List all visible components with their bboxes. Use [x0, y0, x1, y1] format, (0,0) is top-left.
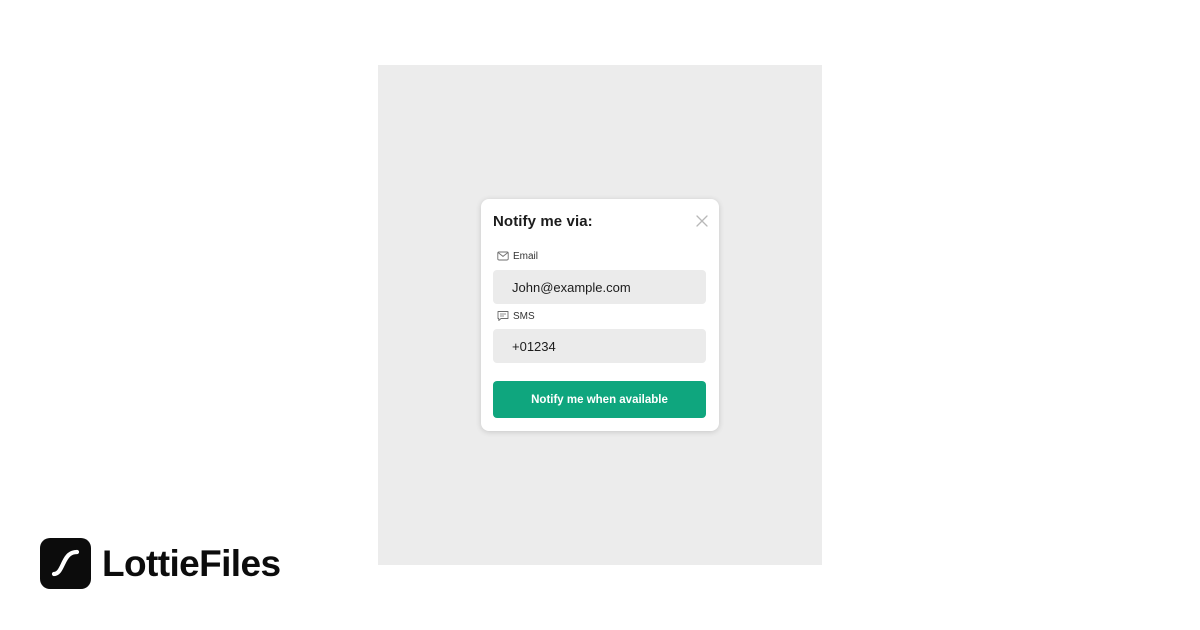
message-icon — [497, 311, 509, 321]
sms-field[interactable] — [493, 329, 706, 363]
preview-canvas: Notify me via: Email SMS — [378, 65, 822, 565]
brand-name: LottieFiles — [102, 543, 281, 584]
sms-label-text: SMS — [513, 310, 535, 322]
dialog-title: Notify me via: — [493, 213, 593, 230]
mail-icon — [497, 251, 509, 261]
close-icon — [696, 215, 708, 227]
sms-label: SMS — [497, 310, 535, 322]
email-field[interactable] — [493, 270, 706, 304]
page: Notify me via: Email SMS — [0, 0, 1200, 630]
email-label-text: Email — [513, 250, 539, 262]
close-button[interactable] — [695, 214, 709, 228]
notify-button[interactable]: Notify me when available — [493, 381, 706, 418]
lottiefiles-logo-icon — [40, 538, 91, 589]
email-label: Email — [497, 250, 538, 262]
brand: LottieFiles — [40, 538, 281, 589]
notify-dialog: Notify me via: Email SMS — [481, 199, 719, 431]
